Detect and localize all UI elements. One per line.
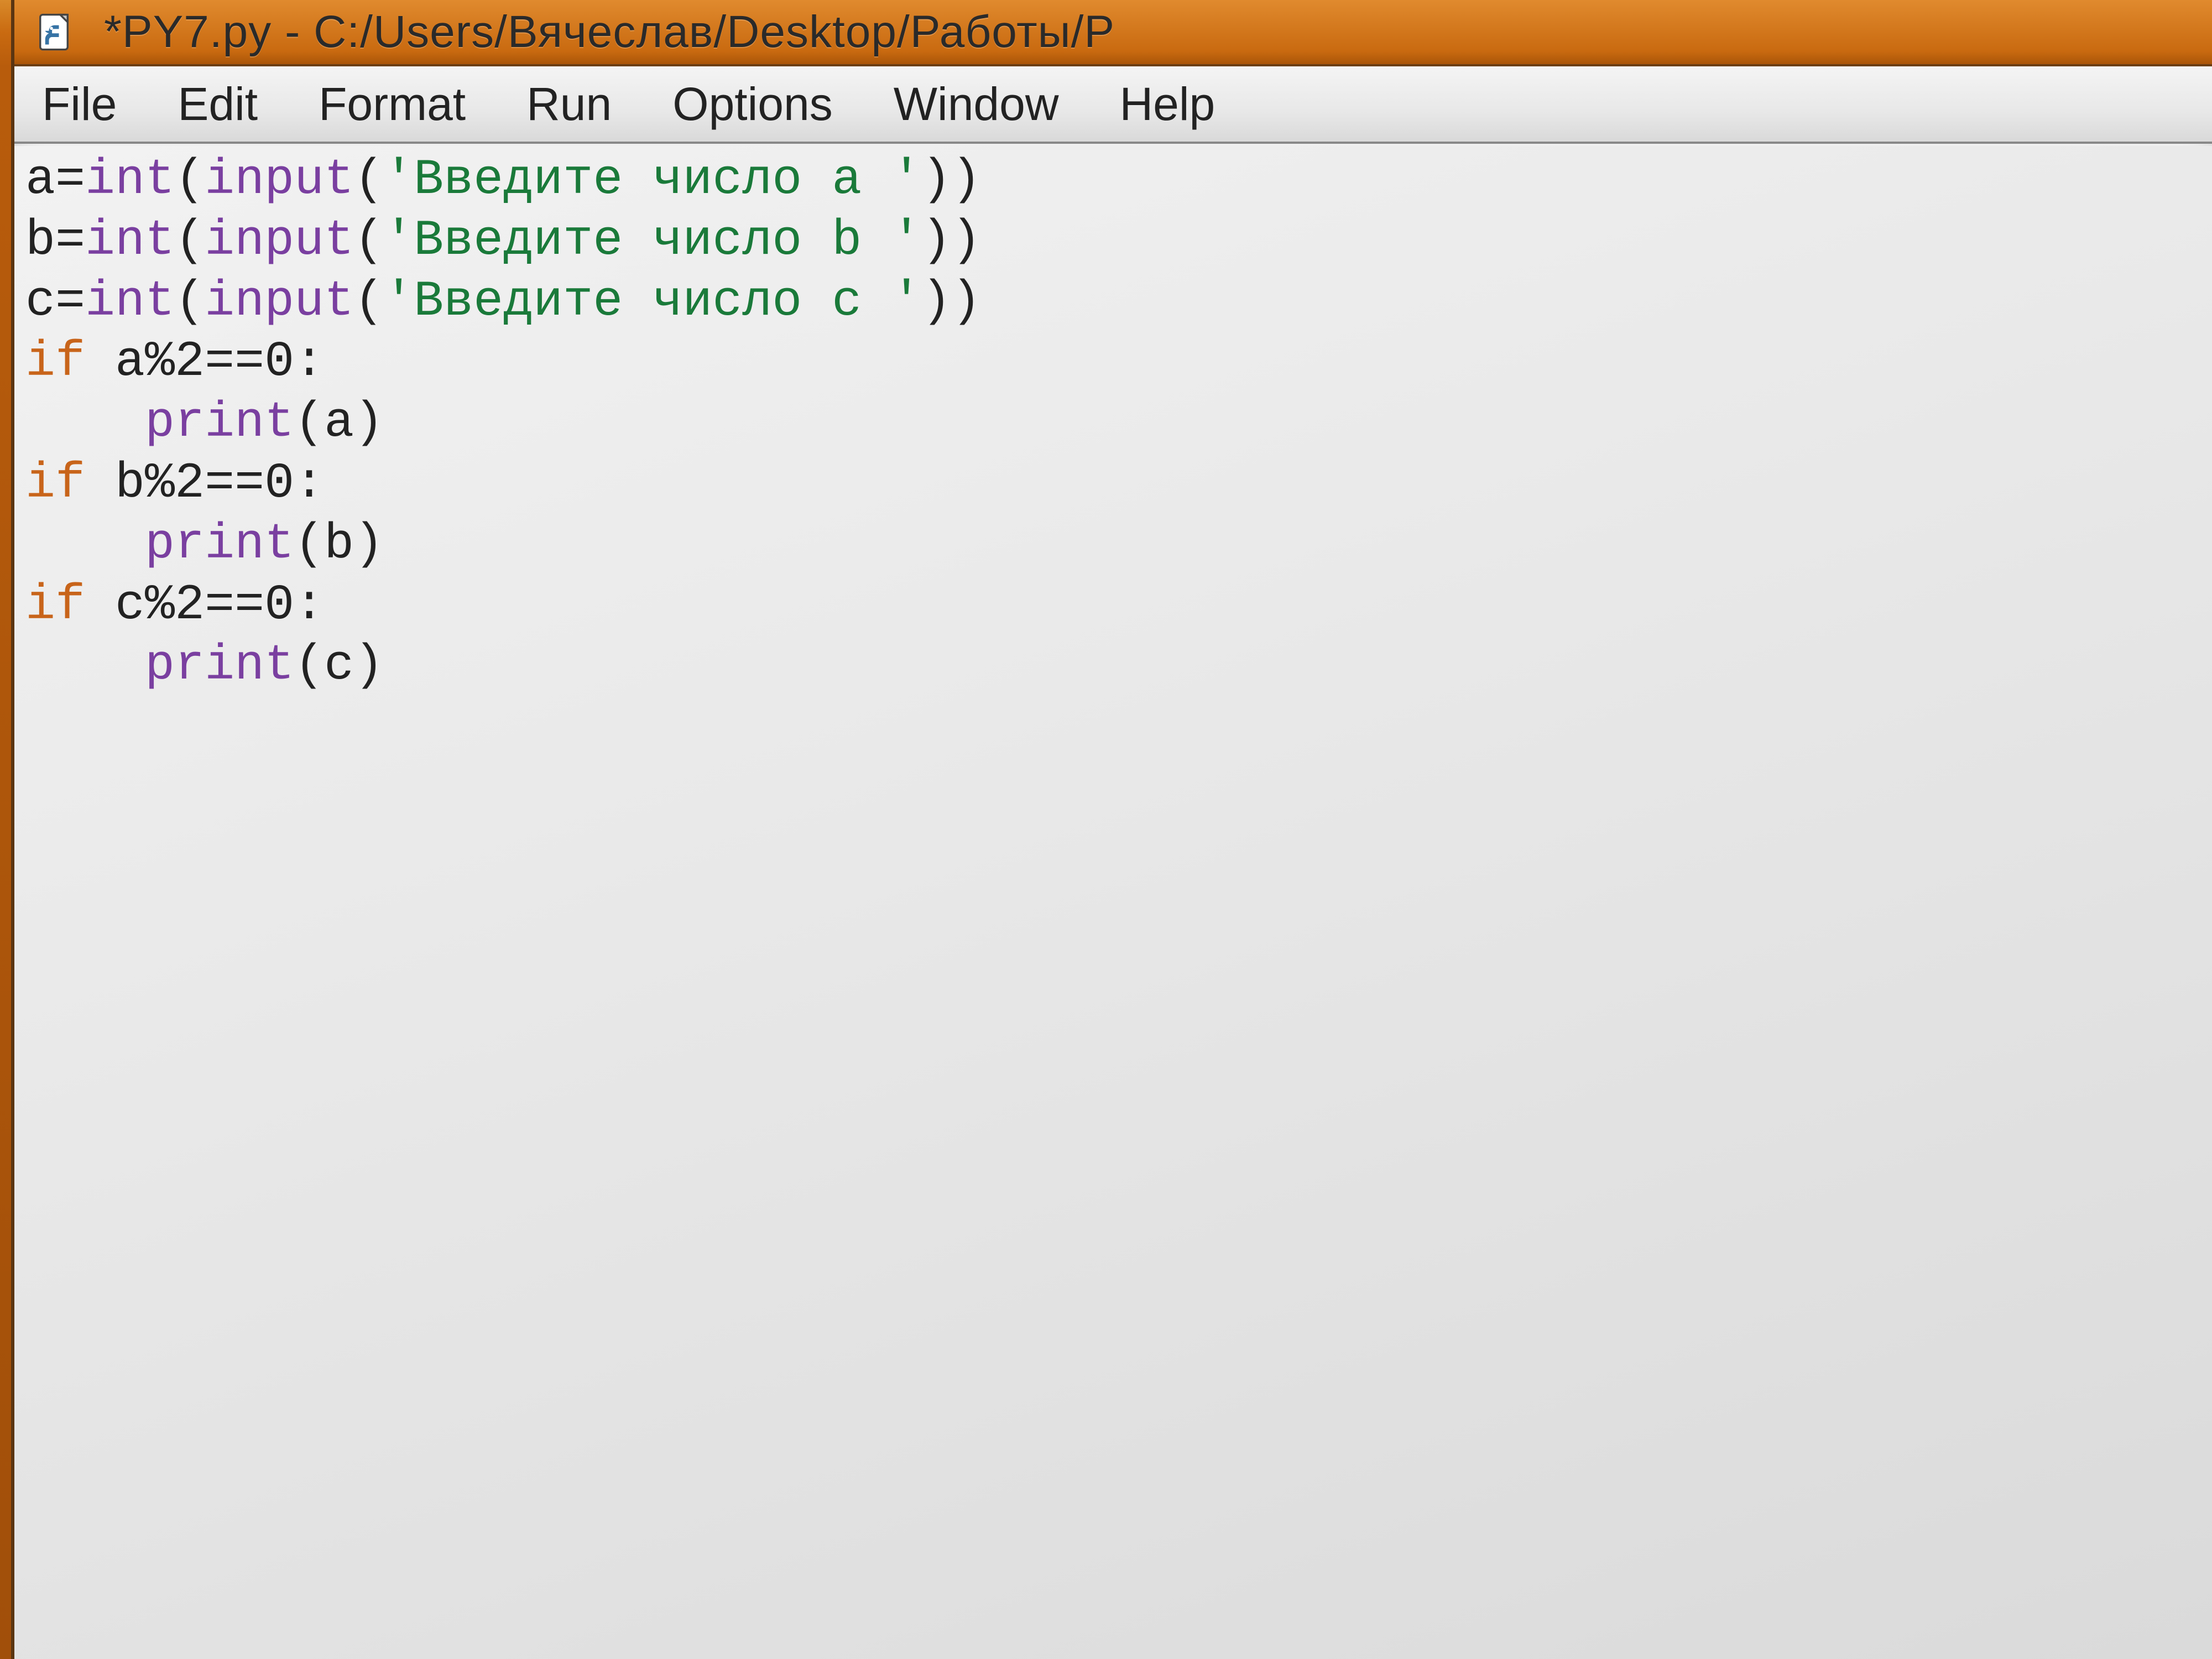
menu-options[interactable]: Options (661, 73, 844, 135)
code-token: c= (25, 274, 85, 330)
titlebar[interactable]: *PY7.py - C:/Users/Вячеслав/Desktop/Рабо… (14, 0, 2212, 66)
window-title: *PY7.py - C:/Users/Вячеслав/Desktop/Рабо… (104, 6, 1115, 58)
code-line[interactable]: print(b) (25, 515, 2201, 576)
code-token: c%2==0: (85, 577, 324, 634)
code-token: a%2==0: (85, 334, 324, 390)
code-token: print (145, 395, 294, 451)
code-token (25, 638, 145, 694)
code-token: ( (354, 274, 384, 330)
idle-editor-window: *PY7.py - C:/Users/Вячеслав/Desktop/Рабо… (11, 0, 2212, 1659)
code-token: if (25, 456, 85, 512)
code-line[interactable]: if b%2==0: (25, 454, 2201, 515)
code-token: a= (25, 152, 85, 208)
code-token: input (205, 274, 354, 330)
menu-window[interactable]: Window (883, 73, 1070, 135)
code-token: int (85, 274, 175, 330)
menu-run[interactable]: Run (515, 73, 623, 135)
code-token: ( (354, 213, 384, 269)
code-token: print (145, 638, 294, 694)
code-token: 'Введите число b ' (384, 213, 921, 269)
code-line[interactable]: if c%2==0: (25, 576, 2201, 637)
code-editor[interactable]: a=int(input('Введите число a '))b=int(in… (14, 146, 2212, 1659)
code-line[interactable]: c=int(input('Введите число c ')) (25, 272, 2201, 333)
menu-help[interactable]: Help (1109, 73, 1227, 135)
code-token: )) (921, 152, 981, 208)
code-line[interactable]: b=int(input('Введите число b ')) (25, 211, 2201, 272)
code-token: 'Введите число c ' (384, 274, 921, 330)
code-token: ( (354, 152, 384, 208)
code-token: (c) (294, 638, 384, 694)
code-token: )) (921, 274, 981, 330)
menu-file[interactable]: File (31, 73, 128, 135)
code-line[interactable]: a=int(input('Введите число a ')) (25, 150, 2201, 211)
code-token: 'Введите число a ' (384, 152, 921, 208)
code-token: ( (175, 213, 205, 269)
code-token: input (205, 152, 354, 208)
python-file-icon (36, 12, 76, 52)
code-token (25, 517, 145, 573)
menubar: File Edit Format Run Options Window Help (14, 66, 2212, 144)
code-token (25, 395, 145, 451)
code-token: int (85, 152, 175, 208)
code-token: (b) (294, 517, 384, 573)
code-token: ( (175, 274, 205, 330)
code-token: b= (25, 213, 85, 269)
code-line[interactable]: if a%2==0: (25, 332, 2201, 393)
code-token: input (205, 213, 354, 269)
code-token: )) (921, 213, 981, 269)
menu-format[interactable]: Format (307, 73, 477, 135)
code-token: (a) (294, 395, 384, 451)
code-token: ( (175, 152, 205, 208)
code-line[interactable]: print(c) (25, 636, 2201, 697)
menu-edit[interactable]: Edit (166, 73, 269, 135)
code-token: print (145, 517, 294, 573)
code-token: int (85, 213, 175, 269)
code-token: b%2==0: (85, 456, 324, 512)
code-token: if (25, 334, 85, 390)
code-line[interactable]: print(a) (25, 393, 2201, 454)
code-token: if (25, 577, 85, 634)
